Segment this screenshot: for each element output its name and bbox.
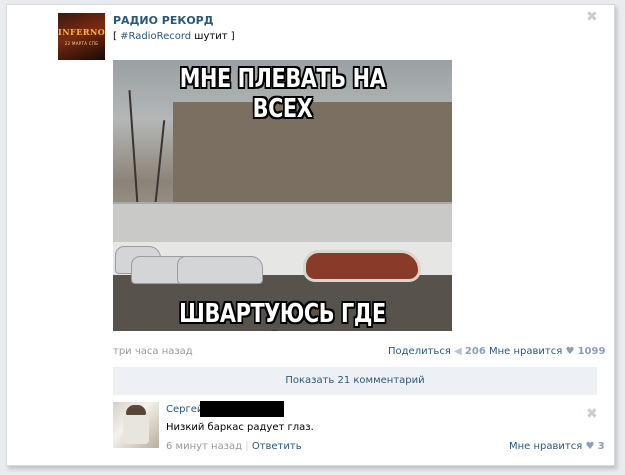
tree (128, 90, 140, 220)
post-card: ✖ INFERNO 22 МАРТА СПБ РАДИО РЕКОРД [ #R… (6, 4, 615, 466)
comment-time[interactable]: 6 минут назад (166, 441, 242, 452)
share-label: Поделиться (388, 346, 451, 357)
commenter-avatar[interactable] (113, 402, 159, 448)
post-tagline: [ #RadioRecord шутит ] (113, 31, 235, 42)
comment-separator: | (245, 441, 249, 452)
avatar-logo: INFERNO (58, 27, 105, 37)
car (177, 256, 263, 284)
tagline-rest: шутит ] (191, 31, 235, 42)
avatar-date: 22 МАРТА СПБ (64, 41, 99, 46)
like-label: Мне нравится (489, 346, 563, 357)
post-author[interactable]: РАДИО РЕКОРД (113, 14, 214, 27)
megaphone-icon: ◀ (454, 346, 462, 357)
reply-button[interactable]: Ответить (252, 441, 302, 452)
heart-icon: ♥ (565, 346, 575, 357)
like-count: 1099 (577, 346, 606, 357)
heart-icon: ♥ (585, 441, 595, 452)
share-count: 206 (464, 346, 486, 357)
post-close-icon[interactable]: ✖ (586, 10, 598, 24)
comment-like-button[interactable]: Мне нравится ♥ 3 (509, 441, 605, 452)
like-button[interactable]: Мне нравится ♥ 1099 (489, 346, 605, 357)
boat (303, 250, 421, 282)
hashtag-link[interactable]: #RadioRecord (120, 31, 191, 42)
redaction-box (200, 401, 284, 417)
community-avatar[interactable]: INFERNO 22 МАРТА СПБ (58, 13, 105, 60)
comment-like-label: Мне нравится (509, 441, 583, 452)
comment-like-count: 3 (597, 441, 605, 452)
comment-meta: 6 минут назад | Ответить (166, 441, 302, 452)
comment-close-icon[interactable]: ✖ (586, 407, 598, 421)
show-comments-button[interactable]: Показать 21 комментарий (113, 367, 597, 395)
comment-text: Низкий баркас радует глаз. (166, 422, 314, 433)
post-image[interactable]: МНЕ ПЛЕВАТЬ НА ВСЕХ ШВАРТУЮСЬ ГДЕ ХОЧУ (113, 60, 452, 331)
hair-shape (126, 405, 146, 415)
commenter-name[interactable]: Сергей (166, 404, 203, 415)
fence (113, 202, 452, 244)
post-time[interactable]: три часа назад (113, 346, 193, 357)
meme-top-text: МНЕ ПЛЕВАТЬ НА ВСЕХ (179, 64, 386, 124)
meme-bottom-text: ШВАРТУЮСЬ ГДЕ ХОЧУ (179, 299, 386, 331)
share-button[interactable]: Поделиться ◀ 206 (388, 346, 486, 357)
